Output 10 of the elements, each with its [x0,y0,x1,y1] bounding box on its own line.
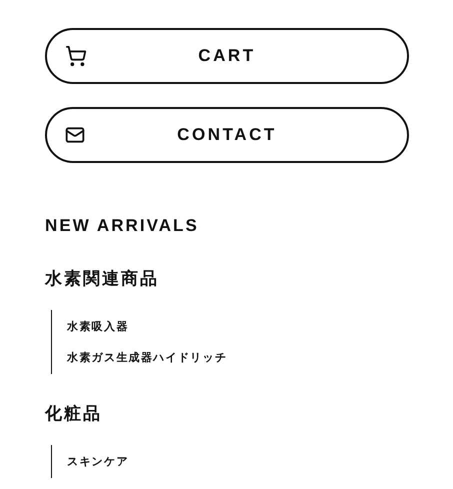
subcategory-link[interactable]: スキンケア [67,452,408,470]
menu-button[interactable]: CART [45,28,409,84]
category-link[interactable]: 化粧品 [45,404,408,424]
menu-button[interactable]: CONTACT [45,107,409,163]
subcategory-link[interactable]: 水素吸入器 [67,318,408,334]
category-link[interactable]: 水素関連商品 [45,268,408,288]
subcategory-link[interactable]: 水素ガス生成器ハイドリッチ [67,348,408,366]
section-title: NEW ARRIVALS [45,215,200,237]
mail-icon [65,125,85,145]
cart-icon [65,45,87,67]
